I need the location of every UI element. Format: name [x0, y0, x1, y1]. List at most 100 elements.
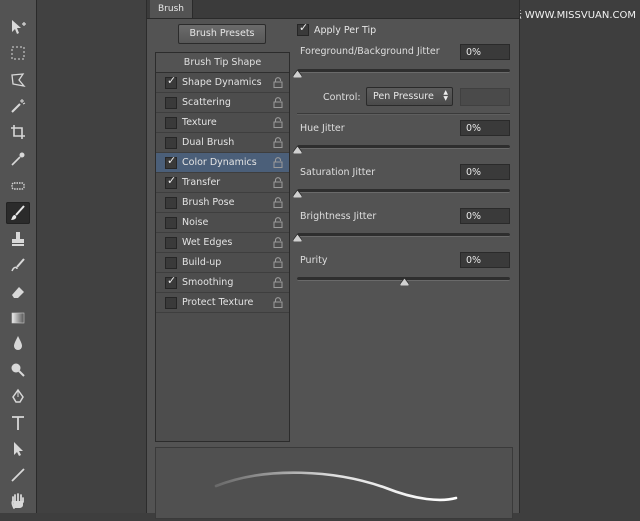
fg-bg-jitter-slider[interactable]	[293, 69, 510, 78]
list-item-label: Color Dynamics	[182, 157, 257, 168]
lock-icon[interactable]	[273, 297, 283, 308]
lock-icon[interactable]	[273, 217, 283, 228]
list-item-checkbox[interactable]: ✓	[165, 75, 177, 89]
list-item-label: Noise	[182, 217, 209, 228]
history-brush-tool-icon[interactable]	[6, 255, 30, 277]
list-item[interactable]: ✓ Smoothing	[156, 273, 289, 293]
list-item[interactable]: Noise	[156, 213, 289, 233]
list-item-label: Texture	[182, 117, 217, 128]
slider-handle-icon[interactable]	[293, 234, 302, 242]
lock-icon[interactable]	[273, 257, 283, 268]
dock-gutter	[37, 0, 146, 513]
line-tool-icon[interactable]	[6, 464, 30, 486]
tab-brush[interactable]: Brush	[150, 0, 193, 18]
control-dropdown[interactable]: Pen Pressure ▲ ▼	[366, 87, 453, 106]
list-item-checkbox[interactable]	[165, 197, 177, 209]
list-item-label: Brush Pose	[182, 197, 235, 208]
hand-tool-icon[interactable]	[6, 490, 30, 512]
list-item-label: Wet Edges	[182, 237, 233, 248]
apply-per-tip-label: Apply Per Tip	[314, 25, 377, 36]
lock-icon[interactable]	[273, 157, 283, 168]
list-item-label: Protect Texture	[182, 297, 254, 308]
lock-icon[interactable]	[273, 77, 283, 88]
hue-jitter-slider[interactable]	[293, 145, 510, 154]
brush-settings-list: Brush Tip Shape ✓ Shape Dynamics Scatterin…	[155, 52, 290, 442]
control-dropdown-value: Pen Pressure	[373, 91, 434, 102]
tools-toolbar	[0, 0, 37, 513]
type-tool-icon[interactable]	[6, 412, 30, 434]
marquee-tool-icon[interactable]	[6, 42, 30, 64]
saturation-jitter-label: Saturation Jitter	[300, 167, 376, 178]
eyedropper-tool-icon[interactable]	[6, 148, 30, 170]
dodge-tool-icon[interactable]	[6, 358, 30, 380]
list-item-checkbox[interactable]: ✓	[165, 275, 177, 289]
lasso-tool-icon[interactable]	[6, 69, 30, 91]
lock-icon[interactable]	[273, 197, 283, 208]
list-item-checkbox[interactable]	[165, 137, 177, 149]
list-item-checkbox[interactable]	[165, 297, 177, 309]
list-item[interactable]: Build-up	[156, 253, 289, 273]
brightness-jitter-value[interactable]: 0%	[460, 208, 510, 224]
hue-jitter-value[interactable]: 0%	[460, 120, 510, 136]
list-item[interactable]: ✓ Transfer	[156, 173, 289, 193]
magic-wand-tool-icon[interactable]	[6, 95, 30, 117]
lock-icon[interactable]	[273, 97, 283, 108]
lock-icon[interactable]	[273, 137, 283, 148]
list-item[interactable]: Wet Edges	[156, 233, 289, 253]
brush-stroke-preview	[155, 447, 513, 519]
slider-handle-icon[interactable]	[399, 278, 409, 286]
fg-bg-jitter-value[interactable]: 0%	[460, 44, 510, 60]
brightness-jitter-slider[interactable]	[293, 233, 510, 242]
list-item-checkbox[interactable]: ✓	[165, 175, 177, 189]
path-selection-tool-icon[interactable]	[6, 438, 30, 460]
hue-jitter-label: Hue Jitter	[300, 123, 345, 134]
panel-tab-bar: Brush	[147, 0, 519, 19]
list-item-label: Build-up	[182, 257, 222, 268]
gradient-tool-icon[interactable]	[6, 307, 30, 329]
list-item-checkbox[interactable]	[165, 237, 177, 249]
purity-slider[interactable]	[297, 277, 510, 286]
canvas-background: 思缘设计论坛 WWW.MISSVUAN.COM	[462, 0, 640, 513]
list-item[interactable]: ✓ Color Dynamics	[156, 153, 289, 173]
list-item[interactable]: Scattering	[156, 93, 289, 113]
list-item-label: Dual Brush	[182, 137, 235, 148]
control-extra-field	[460, 88, 510, 106]
list-item-label: Shape Dynamics	[182, 77, 262, 88]
eraser-tool-icon[interactable]	[6, 281, 30, 303]
crop-tool-icon[interactable]	[6, 121, 30, 143]
purity-value[interactable]: 0%	[460, 252, 510, 268]
list-item-checkbox[interactable]: ✓	[165, 154, 177, 169]
saturation-jitter-slider[interactable]	[293, 189, 510, 198]
list-item[interactable]: Brush Pose	[156, 193, 289, 213]
purity-label: Purity	[300, 255, 328, 266]
blur-tool-icon[interactable]	[6, 332, 30, 354]
slider-handle-icon[interactable]	[293, 70, 302, 78]
lock-icon[interactable]	[273, 277, 283, 288]
lock-icon[interactable]	[273, 117, 283, 128]
brush-tool-icon[interactable]	[6, 202, 30, 224]
move-tool-icon[interactable]	[6, 16, 30, 38]
list-item-checkbox[interactable]	[165, 257, 177, 269]
saturation-jitter-value[interactable]: 0%	[460, 164, 510, 180]
stroke-preview-icon	[214, 471, 458, 502]
clone-stamp-tool-icon[interactable]	[6, 228, 30, 250]
pen-tool-icon[interactable]	[6, 386, 30, 408]
list-item-checkbox[interactable]	[165, 97, 177, 109]
list-item-checkbox[interactable]	[165, 217, 177, 229]
list-item[interactable]: Dual Brush	[156, 133, 289, 153]
healing-brush-tool-icon[interactable]	[6, 175, 30, 197]
brush-presets-button[interactable]: Brush Presets	[178, 24, 266, 44]
apply-per-tip-check[interactable]: ✓	[297, 21, 309, 36]
list-item[interactable]: Texture	[156, 113, 289, 133]
lock-icon[interactable]	[273, 177, 283, 188]
brush-tip-shape-item[interactable]: Brush Tip Shape	[156, 53, 289, 73]
list-item[interactable]: ✓ Shape Dynamics	[156, 73, 289, 93]
list-item[interactable]: Protect Texture	[156, 293, 289, 313]
list-item-checkbox[interactable]	[165, 117, 177, 129]
checkmark-icon: ✓	[167, 154, 177, 167]
checkmark-icon: ✓	[299, 21, 309, 34]
list-item-label: Scattering	[182, 97, 231, 108]
slider-handle-icon[interactable]	[293, 146, 302, 154]
lock-icon[interactable]	[273, 237, 283, 248]
slider-handle-icon[interactable]	[293, 190, 302, 198]
